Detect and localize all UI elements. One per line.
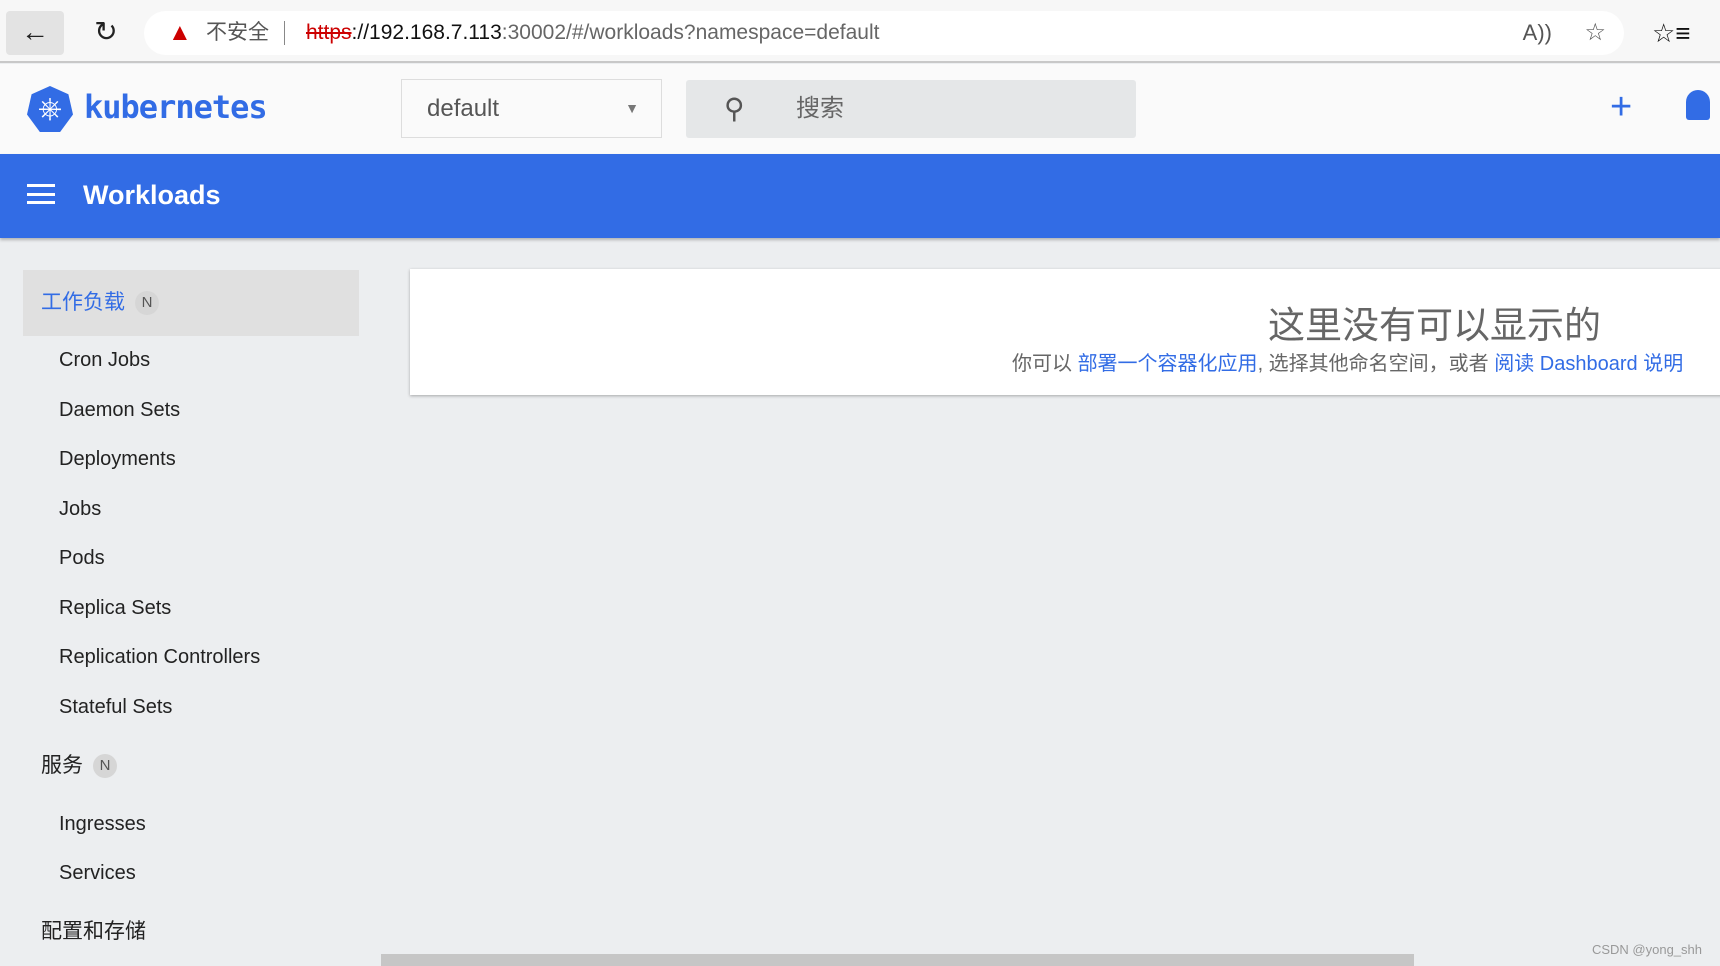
sidebar-item-deployments[interactable]: Deployments (59, 448, 176, 471)
search-input[interactable]: ⚲ 搜索 (686, 80, 1136, 138)
sidebar-item-services[interactable]: Services (59, 862, 136, 885)
search-icon: ⚲ (724, 93, 745, 124)
sidebar-item-replication-controllers[interactable]: Replication Controllers (59, 646, 260, 669)
menu-icon[interactable] (27, 184, 55, 204)
sidebar-item-pods[interactable]: Pods (59, 547, 105, 570)
title-bar: Workloads (0, 154, 1720, 238)
browser-toolbar: ← ↻ ▲ 不安全 https://192.168.7.113:30002/#/… (0, 0, 1720, 63)
message-middle: , 选择其他命名空间，或者 (1257, 353, 1495, 375)
favorites-icon[interactable]: ☆≡ (1652, 11, 1690, 55)
namespace-badge: N (135, 291, 159, 316)
empty-state-title: 这里没有可以显示的 (1268, 305, 1601, 346)
address-bar[interactable]: ▲ 不安全 https://192.168.7.113:30002/#/work… (144, 11, 1624, 55)
url-scheme: https (306, 21, 352, 44)
app-header: ⎈ kubernetes default ▼ ⚲ 搜索 + (0, 64, 1720, 154)
sidebar-item-replica-sets[interactable]: Replica Sets (59, 597, 171, 620)
warning-icon: ▲ (168, 19, 192, 46)
insecure-label: 不安全 (206, 21, 269, 44)
section-label: 配置和存储 (41, 920, 146, 943)
url-text[interactable]: https://192.168.7.113:30002/#/workloads?… (306, 11, 879, 55)
sidebar-item-jobs[interactable]: Jobs (59, 498, 101, 521)
sidebar-item-stateful-sets[interactable]: Stateful Sets (59, 696, 172, 719)
sidebar-section-workloads[interactable]: 工作负载 N (23, 270, 359, 336)
divider (284, 21, 285, 45)
deploy-app-link[interactable]: 部署一个容器化应用 (1078, 353, 1258, 375)
sidebar-item-cron-jobs[interactable]: Cron Jobs (59, 349, 150, 372)
brand-name[interactable]: kubernetes (84, 88, 268, 126)
sidebar-item-daemon-sets[interactable]: Daemon Sets (59, 399, 180, 422)
read-docs-link[interactable]: 阅读 Dashboard 说明 (1494, 353, 1683, 375)
read-aloud-icon[interactable]: A)) (1523, 11, 1552, 55)
create-button[interactable]: + (1610, 84, 1632, 130)
back-button[interactable]: ← (6, 11, 64, 55)
search-placeholder: 搜索 (796, 95, 844, 122)
watermark: CSDN @yong_shh (1591, 942, 1702, 957)
add-favorite-icon[interactable]: ☆ (1584, 11, 1606, 55)
empty-state-message: 你可以 部署一个容器化应用, 选择其他命名空间，或者 阅读 Dashboard … (1012, 347, 1683, 376)
sidebar-item-ingresses[interactable]: Ingresses (59, 813, 146, 836)
kubernetes-logo-icon[interactable]: ⎈ (27, 86, 73, 132)
horizontal-scrollbar[interactable] (381, 954, 1414, 966)
page-title: Workloads (83, 180, 221, 210)
section-label: 工作负载 (41, 291, 125, 314)
url-host: ://192.168.7.113 (351, 21, 502, 44)
empty-state-card: 这里没有可以显示的 你可以 部署一个容器化应用, 选择其他命名空间，或者 阅读 … (410, 269, 1720, 395)
reload-button[interactable]: ↻ (84, 11, 128, 55)
sidebar-section-config-storage[interactable]: 配置和存储 (23, 899, 359, 965)
namespace-value: default (427, 95, 500, 122)
sidebar-section-services[interactable]: 服务 N (23, 733, 359, 799)
message-prefix: 你可以 (1012, 353, 1078, 375)
namespace-select[interactable]: default ▼ (401, 79, 662, 138)
namespace-badge: N (93, 754, 117, 779)
url-path: :30002/#/workloads?namespace=default (501, 21, 880, 44)
section-label: 服务 (41, 754, 83, 777)
chevron-down-icon: ▼ (625, 100, 639, 116)
notifications-bell-icon[interactable] (1686, 90, 1710, 120)
